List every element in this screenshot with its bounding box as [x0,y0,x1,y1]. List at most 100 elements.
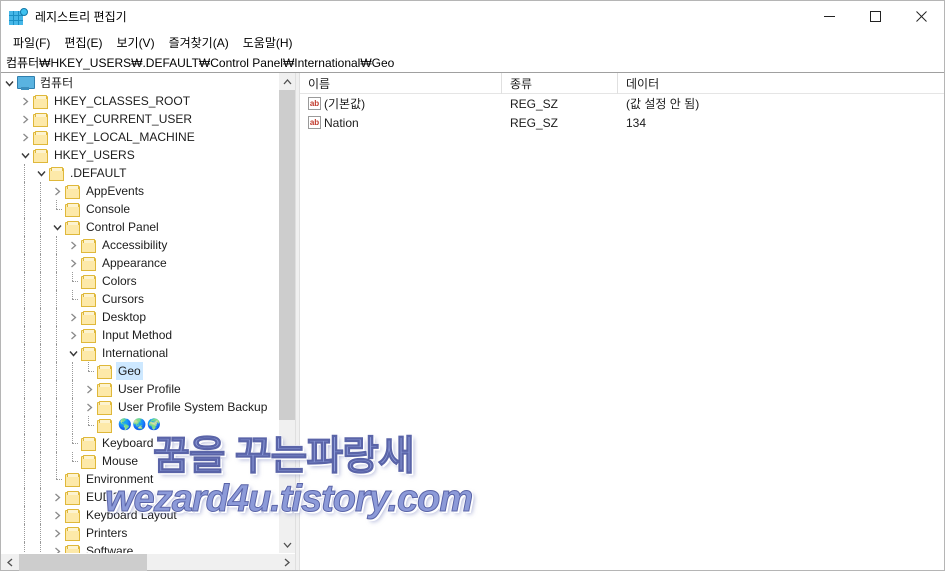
tree-node[interactable]: 🌎🌏🌍 [1,416,295,434]
tree-indent [33,380,49,398]
tree-node-label: 🌎🌏🌍 [118,419,163,431]
chevron-right-icon[interactable] [65,308,81,326]
tree-node[interactable]: AppEvents [1,182,295,200]
tree-horizontal-scrollbar[interactable] [1,553,295,571]
tree-node[interactable]: Colors [1,272,295,290]
value-row[interactable]: ab (기본값) REG_SZ (값 설정 안 됨) [300,94,944,113]
tree-node[interactable]: Environment [1,470,295,488]
menu-view[interactable]: 보기(V) [109,32,161,53]
tree-node[interactable]: 컴퓨터 [1,74,295,92]
tree-node[interactable]: User Profile System Backup [1,398,295,416]
folder-icon [81,256,96,271]
chevron-right-icon[interactable] [49,182,65,200]
chevron-right-icon[interactable] [65,326,81,344]
column-header-data[interactable]: 데이터 [618,73,944,94]
tree-node[interactable]: Printers [1,524,295,542]
tree-indent [17,290,33,308]
address-bar[interactable]: 컴퓨터₩HKEY_USERS₩.DEFAULT₩Control Panel₩In… [1,53,944,73]
tree-node-label: User Profile System Backup [118,400,268,414]
tree-node-label: HKEY_LOCAL_MACHINE [54,130,195,144]
tree-node[interactable]: .DEFAULT [1,164,295,182]
value-row[interactable]: ab Nation REG_SZ 134 [300,113,944,132]
chevron-down-icon[interactable] [17,146,33,164]
chevron-right-icon[interactable] [81,380,97,398]
tree-node[interactable]: Geo [1,362,295,380]
chevron-right-icon[interactable] [81,398,97,416]
tree-indent [17,326,33,344]
tree-node[interactable]: User Profile [1,380,295,398]
tree-node-label: HKEY_CLASSES_ROOT [54,94,191,108]
scroll-left-icon[interactable] [1,554,18,571]
tree-node[interactable]: HKEY_CURRENT_USER [1,110,295,128]
tree-node[interactable]: Keyboard Layout [1,506,295,524]
tree-indent [17,524,33,542]
tree-line-stub [49,470,65,488]
tree-node[interactable]: Console [1,200,295,218]
title-bar[interactable]: 레지스트리 편집기 [1,1,944,32]
scroll-up-icon[interactable] [279,73,295,90]
chevron-right-icon[interactable] [65,236,81,254]
scroll-down-icon[interactable] [279,536,295,553]
maximize-button[interactable] [852,1,898,32]
menu-favorites[interactable]: 즐겨찾기(A) [162,32,236,53]
tree-node[interactable]: Software [1,542,295,553]
folder-icon [33,112,48,127]
chevron-right-icon[interactable] [49,542,65,553]
tree-node-label: Console [86,202,131,216]
chevron-down-icon[interactable] [33,164,49,182]
tree-node[interactable]: Keyboard [1,434,295,452]
tree-node[interactable]: Cursors [1,290,295,308]
tree-node[interactable]: Control Panel [1,218,295,236]
tree-indent [17,200,33,218]
menu-bar: 파일(F) 편집(E) 보기(V) 즐겨찾기(A) 도움말(H) [1,32,944,53]
column-header-name[interactable]: 이름 [300,73,502,94]
chevron-right-icon[interactable] [49,506,65,524]
chevron-down-icon[interactable] [1,74,17,92]
menu-help[interactable]: 도움말(H) [236,32,300,53]
chevron-right-icon[interactable] [49,488,65,506]
tree-node[interactable]: HKEY_CLASSES_ROOT [1,92,295,110]
scroll-right-icon[interactable] [278,554,295,571]
value-type-cell: REG_SZ [510,96,559,111]
tree-node-label: Keyboard Layout [86,508,177,522]
tree-node[interactable]: HKEY_USERS [1,146,295,164]
folder-icon [81,454,96,469]
tree-node[interactable]: Accessibility [1,236,295,254]
chevron-right-icon[interactable] [49,524,65,542]
chevron-down-icon[interactable] [65,344,81,362]
chevron-right-icon[interactable] [17,128,33,146]
tree-hscroll-thumb[interactable] [19,554,147,571]
tree-scroll-thumb[interactable] [279,90,295,420]
folder-icon [65,220,80,235]
tree-vertical-scrollbar[interactable] [278,73,295,553]
tree-node[interactable]: HKEY_LOCAL_MACHINE [1,128,295,146]
close-button[interactable] [898,1,944,32]
tree-node-label: Input Method [102,328,173,342]
tree-indent [49,272,65,290]
tree-node[interactable]: Desktop [1,308,295,326]
registry-values-pane: 이름 종류 데이터 ab (기본값) REG_SZ (값 설정 안 됨) ab Natio… [300,73,944,570]
menu-edit[interactable]: 편집(E) [57,32,109,53]
chevron-right-icon[interactable] [17,92,33,110]
tree-node[interactable]: Appearance [1,254,295,272]
menu-file[interactable]: 파일(F) [6,32,57,53]
chevron-right-icon[interactable] [17,110,33,128]
tree-node-label: Control Panel [86,220,159,234]
column-header-type[interactable]: 종류 [502,73,618,94]
minimize-button[interactable] [806,1,852,32]
tree-node-label: Software [86,544,134,553]
tree-indent [49,434,65,452]
tree-node[interactable]: Input Method [1,326,295,344]
tree-node[interactable]: Mouse [1,452,295,470]
chevron-down-icon[interactable] [49,218,65,236]
folder-icon [49,166,64,181]
tree-indent [49,344,65,362]
tree-node[interactable]: International [1,344,295,362]
chevron-right-icon[interactable] [65,254,81,272]
tree-node[interactable]: EUDC [1,488,295,506]
